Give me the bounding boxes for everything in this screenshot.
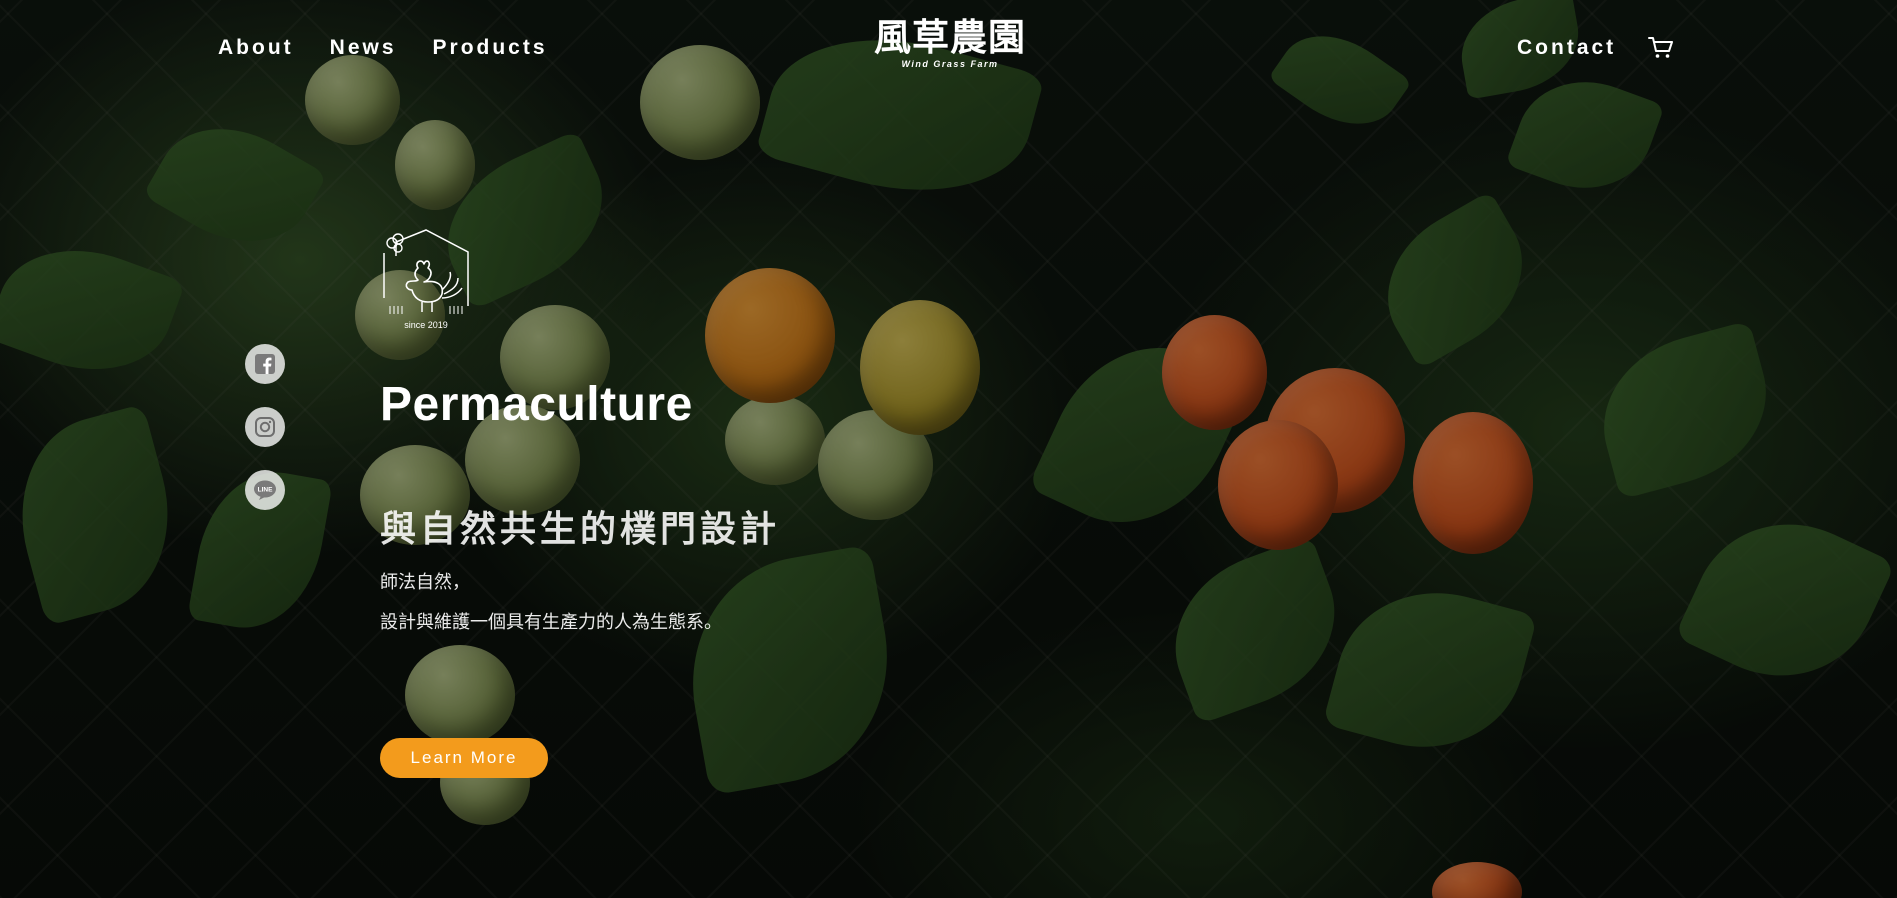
nav-news[interactable]: News (330, 36, 397, 60)
badge-since-text: since 2019 (404, 320, 448, 330)
social-links: LINE (245, 344, 285, 510)
primary-nav-right: Contact (1517, 36, 1674, 60)
site-logo[interactable]: 風草農園 Wind Grass Farm (874, 16, 1026, 70)
learn-more-button[interactable]: Learn More (380, 738, 548, 778)
cart-icon[interactable] (1648, 36, 1674, 60)
instagram-icon (255, 417, 275, 437)
line-button[interactable]: LINE (245, 470, 285, 510)
line-icon: LINE (254, 480, 276, 500)
hero-description-line-2: 設計與維護一個具有生產力的人為生態系。 (380, 612, 722, 633)
nav-contact[interactable]: Contact (1517, 36, 1616, 60)
logo-english-text: Wind Grass Farm (901, 59, 999, 69)
primary-nav-left: About News Products (218, 36, 584, 60)
hero-subtitle: 與自然共生的樸門設計 (380, 509, 781, 550)
line-icon-label: LINE (258, 487, 273, 494)
facebook-button[interactable] (245, 344, 285, 384)
hero-description-line-1: 師法自然， (380, 572, 470, 593)
rooster-badge-logo: since 2019 (383, 229, 469, 330)
instagram-button[interactable] (245, 407, 285, 447)
hero-title: Permaculture (380, 378, 693, 431)
nav-about[interactable]: About (218, 36, 294, 60)
logo-chinese-text: 風草農園 (874, 16, 1026, 59)
facebook-icon (255, 354, 275, 374)
nav-products[interactable]: Products (433, 36, 548, 60)
